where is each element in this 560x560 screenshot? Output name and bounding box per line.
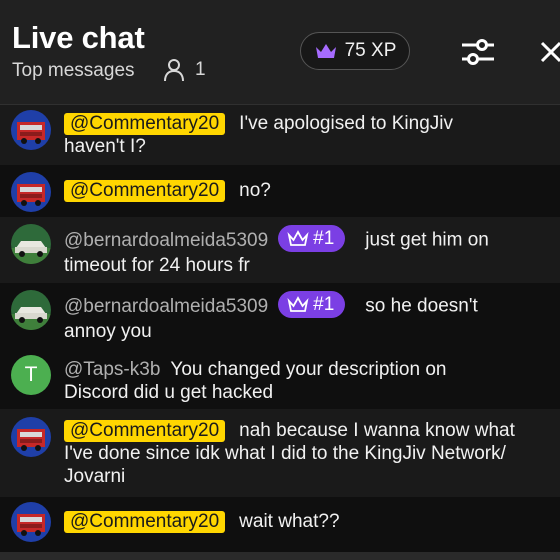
close-button[interactable] — [538, 34, 560, 70]
message-text: timeout for 24 hours fr — [64, 255, 250, 276]
avatar[interactable] — [11, 224, 51, 264]
xp-value: 75 XP — [344, 40, 397, 61]
message-text: I've apologised to KingJiv — [239, 113, 453, 134]
chat-message-list[interactable]: @Commentary20 I've apologised to KingJiv … — [0, 105, 560, 560]
chat-message[interactable]: @bernardoalmeida5309 #1 just get him on ti… — [0, 217, 560, 283]
message-text: Jovarni — [64, 466, 126, 487]
chat-message[interactable]: @Commentary20 nah because I wanna know wh… — [0, 409, 560, 497]
person-icon — [164, 59, 184, 82]
filter-button[interactable] — [458, 34, 498, 70]
message-text: Discord did u get hacked — [64, 382, 274, 403]
member-badge: #1 — [278, 291, 346, 318]
message-body: @Commentary20 nah because I wanna know wh… — [64, 419, 560, 488]
avatar[interactable] — [11, 172, 51, 212]
avatar[interactable] — [11, 502, 51, 542]
xp-button[interactable]: 75 XP — [300, 32, 410, 70]
chat-message[interactable]: @Commentary20 I've apologised to KingJiv … — [0, 105, 560, 165]
page-title: Live chat — [12, 20, 145, 55]
message-text: You changed your description on — [170, 359, 447, 380]
message-body: @Commentary20 I've apologised to KingJiv … — [64, 112, 560, 158]
message-body: @bernardoalmeida5309 #1 just get him on ti… — [64, 225, 560, 277]
chat-message[interactable]: @bernardoalmeida5309 #1 so he doesn't anno… — [0, 283, 560, 347]
message-text: haven't I? — [64, 136, 146, 157]
viewer-count: 1 — [163, 58, 206, 82]
avatar[interactable] — [11, 110, 51, 150]
member-rank: #1 — [313, 294, 335, 315]
message-text: wait what?? — [239, 511, 340, 532]
chat-mode-selector[interactable]: Top messages — [12, 60, 135, 82]
author-name[interactable]: @Commentary20 — [64, 511, 226, 533]
message-text: nah because I wanna know what — [239, 420, 515, 441]
message-body: @Commentary20 wait what?? — [64, 510, 560, 533]
message-text: annoy you — [64, 321, 152, 342]
viewer-count-value: 1 — [195, 59, 206, 80]
close-icon — [540, 41, 560, 63]
crown-icon — [315, 44, 336, 58]
crown-icon — [287, 229, 309, 246]
chat-message[interactable]: @Commentary20 wait what?? — [0, 497, 560, 552]
author-name[interactable]: @Taps-k3b — [64, 359, 160, 380]
chat-message[interactable]: @Commentary20 no? — [0, 165, 560, 217]
message-body: @bernardoalmeida5309 #1 so he doesn't anno… — [64, 291, 560, 343]
chat-message[interactable]: T @Taps-k3b You changed your description … — [0, 347, 560, 409]
crown-icon — [287, 295, 309, 312]
message-body: @Commentary20 no? — [64, 179, 560, 202]
member-badge: #1 — [278, 225, 346, 252]
avatar[interactable]: T — [11, 355, 51, 395]
author-name[interactable]: @Commentary20 — [64, 113, 226, 135]
message-text: so he doesn't — [365, 295, 478, 317]
author-name[interactable]: @Commentary20 — [64, 420, 226, 442]
avatar[interactable] — [11, 290, 51, 330]
author-name[interactable]: @Commentary20 — [64, 180, 226, 202]
message-text: I've done since idk what I did to the Ki… — [64, 443, 506, 464]
chat-header: Live chat Top messages 1 75 XP — [0, 0, 560, 105]
message-text: no? — [239, 180, 271, 201]
avatar[interactable] — [11, 417, 51, 457]
message-body: @Taps-k3b You changed your description on… — [64, 358, 560, 404]
member-rank: #1 — [313, 228, 335, 249]
sliders-icon — [462, 39, 494, 65]
author-name[interactable]: @bernardoalmeida5309 — [64, 230, 268, 251]
chat-input-area[interactable] — [0, 552, 560, 560]
message-text: just get him on — [365, 229, 489, 251]
author-name[interactable]: @bernardoalmeida5309 — [64, 296, 268, 317]
